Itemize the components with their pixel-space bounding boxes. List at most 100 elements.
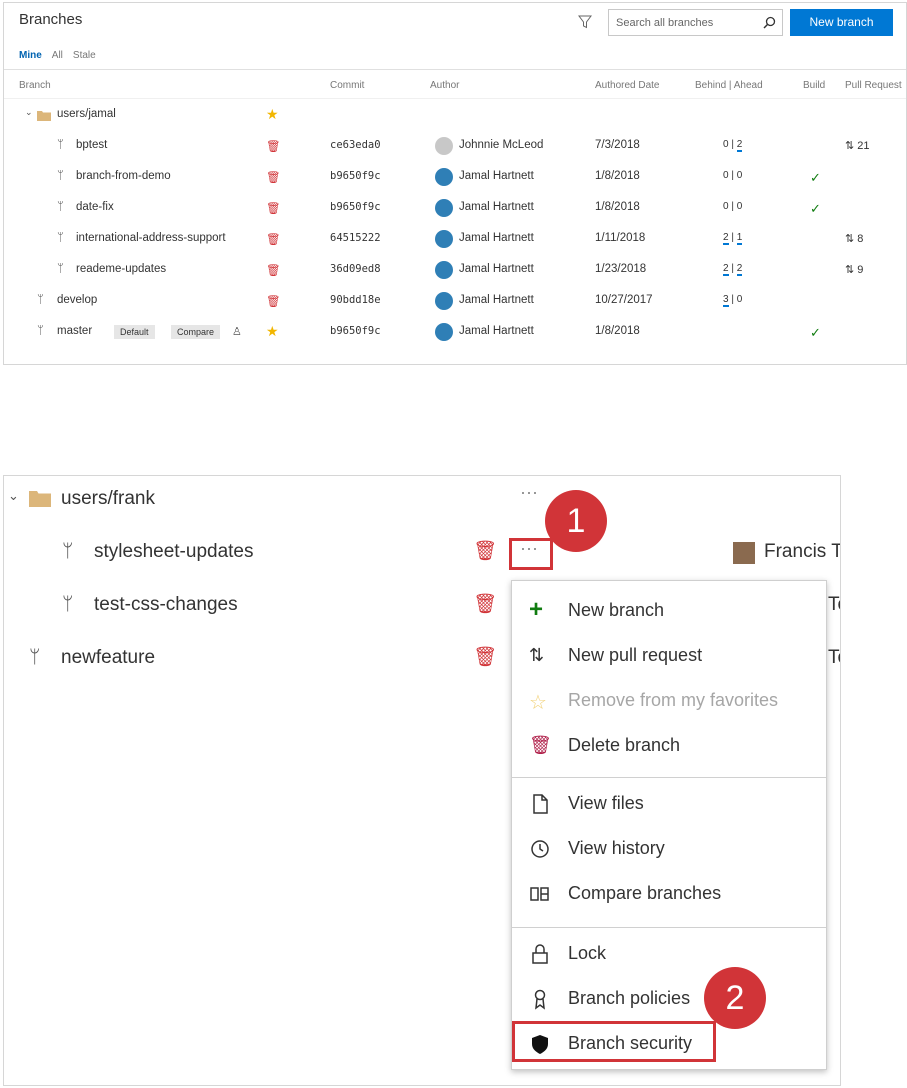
branch-name[interactable]: stylesheet-updates [94, 541, 254, 563]
delete-icon[interactable]: 🗑 [266, 201, 281, 215]
branch-name[interactable]: bptest [76, 139, 107, 151]
more-options-icon[interactable]: ··· [520, 482, 538, 503]
menu-item-delete-branch[interactable]: 🗑 Delete branch [512, 724, 826, 769]
table-row[interactable]: ᛘ master Default Compare ♙ ★ b9650f9c Ja… [4, 317, 906, 348]
branch-name[interactable]: test-css-changes [94, 594, 238, 616]
table-row[interactable]: ᛘ branch-from-demo 🗑 b9650f9c Jamal Hart… [4, 162, 906, 193]
delete-icon[interactable]: 🗑 [473, 539, 497, 563]
menu-item-new-pull-request[interactable]: ⇅ New pull request [512, 634, 826, 679]
folder-icon [29, 491, 51, 507]
delete-icon[interactable]: 🗑 [473, 592, 497, 616]
authored-date: 10/27/2017 [595, 294, 653, 306]
new-branch-button[interactable]: New branch [790, 9, 893, 36]
search-input[interactable]: Search all branches [608, 9, 783, 36]
col-authored-date[interactable]: Authored Date [595, 80, 660, 91]
col-commit[interactable]: Commit [330, 80, 364, 91]
delete-icon[interactable]: 🗑 [473, 645, 497, 669]
authored-date: 1/8/2018 [595, 325, 640, 337]
col-pull-request[interactable]: Pull Request [845, 80, 902, 91]
col-branch[interactable]: Branch [19, 80, 51, 91]
table-row[interactable]: ᛘ develop 🗑 90bdd18e Jamal Hartnett 10/2… [4, 286, 906, 317]
branch-name[interactable]: newfeature [61, 647, 155, 669]
star-icon[interactable]: ★ [266, 323, 279, 340]
history-icon [531, 840, 549, 858]
tab-mine[interactable]: Mine [19, 50, 42, 61]
tab-all[interactable]: All [52, 50, 63, 61]
behind-ahead: 0 | 0 [723, 201, 743, 212]
commit-id[interactable]: 36d09ed8 [330, 263, 381, 275]
branch-icon: ᛘ [62, 594, 74, 615]
build-success-icon[interactable]: ✓ [810, 201, 821, 217]
menu-item-branch-policies[interactable]: Branch policies [512, 977, 826, 1022]
tab-stale[interactable]: Stale [73, 50, 96, 61]
table-row[interactable]: ᛘ international-address-support 🗑 645152… [4, 224, 906, 255]
branch-policy-icon[interactable]: ♙ [232, 325, 242, 338]
folder-row[interactable]: ⌄ users/jamal ★ [4, 100, 906, 131]
branch-context-menu-panel: ⌄ users/frank ··· ᛘ stylesheet-updates 🗑… [3, 475, 841, 1086]
branch-name[interactable]: develop [57, 294, 97, 306]
author-name: Jamal Hartnett [459, 201, 534, 213]
more-options-icon[interactable]: ··· [520, 538, 538, 559]
compare-icon [530, 887, 549, 901]
compare-tag: Compare [171, 325, 221, 339]
branch-icon: ᛘ [57, 139, 64, 151]
delete-icon[interactable]: 🗑 [266, 139, 281, 153]
branch-icon: ᛘ [57, 263, 64, 275]
delete-icon[interactable]: 🗑 [266, 170, 281, 184]
search-icon[interactable] [763, 16, 776, 29]
behind-ahead: 2 | 1 [723, 232, 743, 245]
commit-id[interactable]: 64515222 [330, 232, 381, 244]
delete-icon[interactable]: 🗑 [266, 232, 281, 246]
branch-name[interactable]: reademe-updates [76, 263, 166, 275]
author-name: Jamal Hartnett [459, 294, 534, 306]
menu-item-lock[interactable]: Lock [512, 932, 826, 977]
table-row[interactable]: ᛘ date-fix 🗑 b9650f9c Jamal Hartnett 1/8… [4, 193, 906, 224]
filter-icon[interactable] [578, 15, 592, 29]
file-icon [533, 794, 548, 814]
avatar [435, 168, 453, 186]
delete-icon[interactable]: 🗑 [266, 294, 281, 308]
menu-item-remove-favorite[interactable]: ☆ Remove from my favorites [512, 679, 826, 724]
branch-name[interactable]: date-fix [76, 201, 114, 213]
avatar [435, 230, 453, 248]
branch-name[interactable]: international-address-support [76, 232, 226, 244]
build-success-icon[interactable]: ✓ [810, 170, 821, 186]
folder-name: users/jamal [57, 108, 116, 120]
chevron-down-icon[interactable]: ⌄ [8, 488, 19, 504]
author-name-clipped: To [828, 647, 840, 668]
col-build[interactable]: Build [803, 80, 825, 91]
menu-item-compare-branches[interactable]: Compare branches [512, 872, 826, 917]
avatar [733, 542, 755, 564]
menu-divider [512, 777, 826, 778]
menu-item-new-branch[interactable]: + New branch [512, 589, 826, 634]
menu-item-view-files[interactable]: View files [512, 782, 826, 827]
pull-request-count[interactable]: ⇅ 21 [845, 139, 870, 152]
build-success-icon[interactable]: ✓ [810, 325, 821, 341]
branch-security-highlight [512, 1021, 716, 1062]
table-row[interactable]: ᛘ bptest 🗑 ce63eda0 Johnnie McLeod 7/3/2… [4, 131, 906, 162]
menu-item-view-history[interactable]: View history [512, 827, 826, 872]
step-callout-2: 2 [704, 967, 766, 1029]
branch-icon: ᛘ [29, 647, 41, 668]
branch-name[interactable]: branch-from-demo [76, 170, 171, 182]
delete-icon[interactable]: 🗑 [266, 263, 281, 277]
folder-name: users/frank [61, 488, 155, 509]
col-behind-ahead[interactable]: Behind | Ahead [695, 80, 763, 91]
star-icon[interactable]: ★ [266, 106, 279, 123]
chevron-down-icon[interactable]: ⌄ [25, 107, 33, 118]
pull-request-count[interactable]: ⇅ 9 [845, 263, 863, 276]
commit-id[interactable]: ce63eda0 [330, 139, 381, 151]
commit-id[interactable]: b9650f9c [330, 201, 381, 213]
avatar [435, 292, 453, 310]
branch-name[interactable]: master [57, 325, 92, 337]
branch-icon: ᛘ [37, 294, 44, 306]
commit-id[interactable]: 90bdd18e [330, 294, 381, 306]
col-author[interactable]: Author [430, 80, 459, 91]
commit-id[interactable]: b9650f9c [330, 325, 381, 337]
commit-id[interactable]: b9650f9c [330, 170, 381, 182]
table-row[interactable]: ᛘ reademe-updates 🗑 36d09ed8 Jamal Hartn… [4, 255, 906, 286]
lock-icon [532, 944, 548, 964]
author-name: Francis To [764, 541, 841, 562]
plus-icon: + [529, 596, 544, 623]
pull-request-count[interactable]: ⇅ 8 [845, 232, 863, 245]
